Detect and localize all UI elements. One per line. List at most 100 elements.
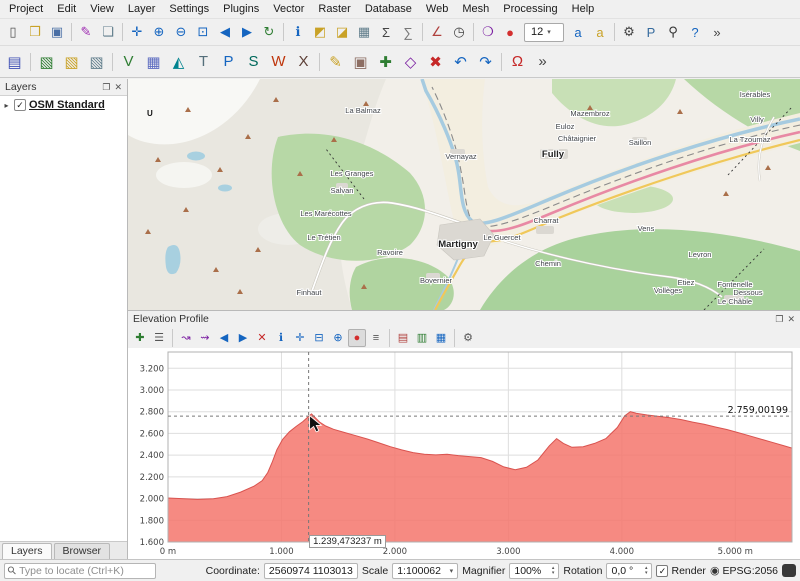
- export-results-icon[interactable]: ▦: [432, 329, 450, 347]
- zoom-next-icon[interactable]: ▶: [236, 21, 258, 43]
- undo-icon[interactable]: ↶: [448, 49, 473, 74]
- add-feature-icon[interactable]: ✚: [373, 49, 398, 74]
- menu-view[interactable]: View: [83, 1, 121, 17]
- menu-vector[interactable]: Vector: [266, 1, 311, 17]
- new-scratch-layer-icon[interactable]: ▧: [84, 49, 109, 74]
- layout-manager-icon[interactable]: ❏: [97, 21, 119, 43]
- font-size-spinbox[interactable]: 12▾: [524, 23, 564, 42]
- measure-line-icon[interactable]: ∠: [426, 21, 448, 43]
- new-geopackage-layer-icon[interactable]: ▧: [34, 49, 59, 74]
- capture-from-feature-icon[interactable]: ⇝: [196, 329, 214, 347]
- python-console-icon[interactable]: P: [640, 21, 662, 43]
- tab-layers[interactable]: Layers: [2, 543, 52, 559]
- menu-layer[interactable]: Layer: [121, 1, 163, 17]
- layer-labeling-icon[interactable]: a: [589, 21, 611, 43]
- options-icon[interactable]: ⚙: [459, 329, 477, 347]
- render-checkbox[interactable]: ✓ Render: [656, 565, 705, 577]
- zoom-full-icon[interactable]: ⊡: [192, 21, 214, 43]
- spinner-arrows-icon[interactable]: ▴▾: [552, 566, 555, 576]
- identify-icon[interactable]: ℹ: [272, 329, 290, 347]
- coordinate-input[interactable]: 2560974 1103013: [264, 563, 358, 579]
- snapping-options-icon[interactable]: Ω: [505, 49, 530, 74]
- locate-bar[interactable]: ⚲: [4, 563, 156, 579]
- messages-button[interactable]: [782, 564, 796, 577]
- add-spatialite-layer-icon[interactable]: S: [241, 49, 266, 74]
- dock-panel-icon[interactable]: ❐: [775, 314, 783, 325]
- open-data-source-manager-icon[interactable]: ▤: [2, 49, 27, 74]
- open-attribute-table-icon[interactable]: ▦: [353, 21, 375, 43]
- style-manager-icon[interactable]: ✎: [75, 21, 97, 43]
- menu-raster[interactable]: Raster: [311, 1, 357, 17]
- zoom-x-axis-icon[interactable]: ⊟: [310, 329, 328, 347]
- zoom-out-icon[interactable]: ⊖: [170, 21, 192, 43]
- clear-icon[interactable]: ✕: [253, 329, 271, 347]
- export-as-pdf-icon[interactable]: ▤: [394, 329, 412, 347]
- delete-selected-icon[interactable]: ✖: [423, 49, 448, 74]
- menu-settings[interactable]: Settings: [162, 1, 216, 17]
- help-icon[interactable]: ?: [684, 21, 706, 43]
- identify-features-icon[interactable]: ℹ: [287, 21, 309, 43]
- add-raster-layer-icon[interactable]: ▦: [141, 49, 166, 74]
- toolbar-overflow-icon[interactable]: »: [530, 49, 555, 74]
- record-icon[interactable]: ●: [499, 21, 521, 43]
- menu-mesh[interactable]: Mesh: [455, 1, 496, 17]
- menu-web[interactable]: Web: [419, 1, 455, 17]
- deselect-features-icon[interactable]: ◪: [331, 21, 353, 43]
- nudge-left-icon[interactable]: ◀: [215, 329, 233, 347]
- save-project-icon[interactable]: ▣: [46, 21, 68, 43]
- add-wms-layer-icon[interactable]: W: [266, 49, 291, 74]
- toggle-editing-icon[interactable]: ✎: [323, 49, 348, 74]
- field-calculator-icon[interactable]: Σ: [375, 21, 397, 43]
- zoom-in-icon[interactable]: ⊕: [148, 21, 170, 43]
- menu-edit[interactable]: Edit: [50, 1, 83, 17]
- chart-area[interactable]: 1.6001.8002.0002.2002.4002.6002.8003.000…: [128, 348, 800, 559]
- expander-icon[interactable]: ▸: [2, 101, 11, 110]
- toolbar-overflow-icon[interactable]: »: [706, 21, 728, 43]
- close-panel-icon[interactable]: ✕: [787, 314, 795, 325]
- distance-units-icon[interactable]: ≡: [367, 329, 385, 347]
- dock-panel-icon[interactable]: ❐: [102, 82, 110, 93]
- menu-database[interactable]: Database: [358, 1, 419, 17]
- menu-plugins[interactable]: Plugins: [216, 1, 266, 17]
- layer-tree-icon[interactable]: ☰: [150, 329, 168, 347]
- zoom-full-icon[interactable]: ●: [348, 329, 366, 347]
- menu-project[interactable]: Project: [2, 1, 50, 17]
- zoom-last-icon[interactable]: ◀: [214, 21, 236, 43]
- add-layers-icon[interactable]: ✚: [131, 329, 149, 347]
- spinner-arrows-icon[interactable]: ▴▾: [645, 566, 648, 576]
- menu-processing[interactable]: Processing: [496, 1, 564, 17]
- magnifier-spinbox[interactable]: 100% ▴▾: [509, 563, 559, 579]
- save-layer-edits-icon[interactable]: ▣: [348, 49, 373, 74]
- crs-button[interactable]: ◉ EPSG:2056: [710, 564, 778, 577]
- add-xyz-layer-icon[interactable]: X: [291, 49, 316, 74]
- elevation-chart[interactable]: 1.6001.8002.0002.2002.4002.6002.8003.000…: [128, 348, 800, 561]
- zoom-icon[interactable]: ⊕: [329, 329, 347, 347]
- locate-input[interactable]: [19, 565, 152, 577]
- add-mesh-layer-icon[interactable]: ◭: [166, 49, 191, 74]
- redo-icon[interactable]: ↷: [473, 49, 498, 74]
- open-project-icon[interactable]: ❒: [24, 21, 46, 43]
- label-toolbar-icon[interactable]: a: [567, 21, 589, 43]
- pan-icon[interactable]: ✛: [291, 329, 309, 347]
- temporal-controller-icon[interactable]: ◷: [448, 21, 470, 43]
- pan-map-icon[interactable]: ✛: [126, 21, 148, 43]
- capture-curve-icon[interactable]: ↝: [177, 329, 195, 347]
- vertex-tool-icon[interactable]: ◇: [398, 49, 423, 74]
- select-features-icon[interactable]: ◩: [309, 21, 331, 43]
- map-canvas[interactable]: U La BalmazVernayazLes GrangesSalvanLes …: [128, 79, 800, 310]
- statistical-summary-icon[interactable]: ∑: [397, 21, 419, 43]
- export-as-image-icon[interactable]: ▥: [413, 329, 431, 347]
- add-delimited-text-layer-icon[interactable]: T: [191, 49, 216, 74]
- scale-combobox[interactable]: 1:100062 ▾: [392, 563, 458, 579]
- search-plugin-icon[interactable]: ⚲: [662, 21, 684, 43]
- rotation-spinbox[interactable]: 0,0 ° ▴▾: [606, 563, 652, 579]
- processing-toolbox-icon[interactable]: ⚙: [618, 21, 640, 43]
- add-vector-layer-icon[interactable]: V: [116, 49, 141, 74]
- layer-item-osm-standard[interactable]: ▸ ✓ OSM Standard: [0, 96, 127, 114]
- nudge-right-icon[interactable]: ▶: [234, 329, 252, 347]
- tab-browser[interactable]: Browser: [54, 543, 111, 559]
- add-postgis-layer-icon[interactable]: P: [216, 49, 241, 74]
- new-shapefile-layer-icon[interactable]: ▧: [59, 49, 84, 74]
- refresh-map-icon[interactable]: ↻: [258, 21, 280, 43]
- new-3d-map-icon[interactable]: ❍: [477, 21, 499, 43]
